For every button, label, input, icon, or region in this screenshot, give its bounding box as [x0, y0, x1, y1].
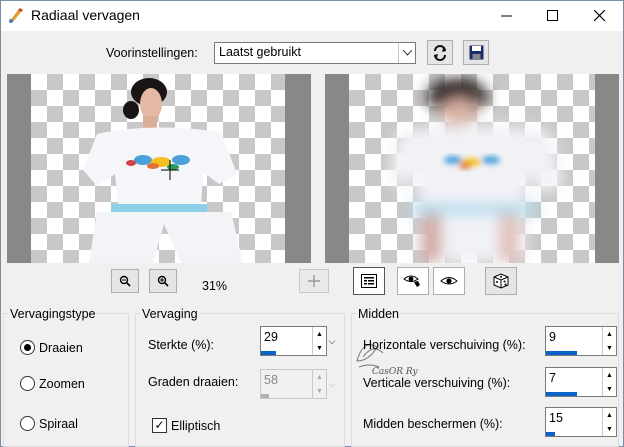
original-image: [83, 78, 243, 263]
protect-center-label: Midden beschermen (%):: [363, 417, 503, 431]
radio-spiraal[interactable]: [20, 416, 35, 431]
app-brush-icon: [9, 8, 23, 23]
v-offset-value: 7: [549, 371, 556, 385]
eye-hand-icon: [403, 275, 420, 287]
elliptic-checkbox[interactable]: ✓: [152, 418, 167, 433]
protect-center-value: 15: [549, 411, 563, 425]
elliptic-label: Elliptisch: [171, 419, 221, 433]
h-offset-spinbox[interactable]: 9 ▲ ▼: [545, 326, 617, 356]
radio-zoomen[interactable]: [20, 376, 35, 391]
radio-zoomen-label: Zoomen: [39, 377, 85, 391]
spin-down-icon[interactable]: ▼: [313, 384, 326, 398]
move-cross-icon: [308, 275, 320, 287]
reset-preset-button[interactable]: [427, 40, 453, 65]
radio-spiraal-label: Spiraal: [39, 417, 78, 431]
center-title: Midden: [356, 307, 401, 321]
toggle-preview-button[interactable]: [397, 267, 429, 295]
spin-up-icon[interactable]: ▲: [603, 327, 616, 341]
preview-on-image-button[interactable]: [353, 267, 385, 295]
auto-preview-button[interactable]: [433, 267, 465, 295]
spin-down-icon[interactable]: ▼: [603, 341, 616, 355]
save-preset-button[interactable]: [463, 40, 489, 65]
spin-down-icon[interactable]: ▼: [603, 382, 616, 396]
strength-label: Sterkte (%):: [148, 338, 214, 352]
result-image: [389, 78, 564, 263]
degrees-spinbox[interactable]: 58 ▲ ▼: [260, 369, 327, 399]
maximize-button[interactable]: [530, 1, 576, 31]
title-bar: Radiaal vervagen: [1, 1, 623, 31]
strength-spinbox[interactable]: 29 ▲ ▼: [260, 326, 327, 356]
presets-dropdown[interactable]: Laatst gebruikt: [214, 42, 416, 64]
strength-dropdown-icon[interactable]: ⌵: [326, 326, 338, 356]
list-preview-icon: [361, 274, 377, 288]
v-offset-spinbox[interactable]: 7 ▲ ▼: [545, 367, 617, 397]
protect-center-arrows: ▲ ▼: [602, 408, 616, 436]
presets-selected: Laatst gebruikt: [219, 45, 301, 59]
window-title: Radiaal vervagen: [31, 7, 140, 23]
spin-down-icon[interactable]: ▼: [603, 422, 616, 436]
spin-up-icon[interactable]: ▲: [603, 408, 616, 422]
h-offset-arrows: ▲ ▼: [602, 327, 616, 355]
dice-icon: [493, 273, 509, 289]
zoom-out-button[interactable]: [111, 269, 139, 293]
degrees-progress: [261, 394, 269, 398]
degrees-label: Graden draaien:: [148, 375, 239, 389]
strength-value: 29: [264, 330, 278, 344]
minimize-button[interactable]: [484, 1, 530, 31]
v-offset-label: Verticale verschuiving (%):: [363, 376, 511, 390]
h-offset-value: 9: [549, 330, 556, 344]
h-offset-progress: [546, 351, 577, 355]
strength-arrows: ▲ ▼: [312, 327, 326, 355]
maximize-icon: [547, 10, 558, 21]
degrees-value: 58: [264, 373, 278, 387]
strength-progress: [261, 351, 276, 355]
zoom-in-button[interactable]: [149, 269, 177, 293]
spin-down-icon[interactable]: ▼: [313, 341, 326, 355]
h-offset-label: Horizontale verschuiving (%):: [363, 338, 526, 352]
pan-button[interactable]: [299, 269, 329, 293]
radio-draaien[interactable]: [20, 340, 35, 355]
randomize-button[interactable]: [485, 267, 517, 295]
spin-up-icon[interactable]: ▲: [313, 327, 326, 341]
blur-title: Vervaging: [140, 307, 200, 321]
v-offset-arrows: ▲ ▼: [602, 368, 616, 396]
protect-center-progress: [546, 432, 555, 436]
spin-up-icon[interactable]: ▲: [313, 370, 326, 384]
radio-draaien-label: Draaien: [39, 341, 83, 355]
degrees-dropdown-icon[interactable]: ⌵: [326, 369, 338, 399]
v-offset-progress: [546, 392, 577, 396]
spin-up-icon[interactable]: ▲: [603, 368, 616, 382]
result-preview[interactable]: [325, 74, 619, 263]
protect-center-spinbox[interactable]: 15 ▲ ▼: [545, 407, 617, 437]
presets-label: Voorinstellingen:: [106, 46, 198, 60]
zoom-out-icon: [119, 275, 131, 287]
reset-arrows-icon: [434, 44, 446, 61]
eye-icon: [440, 277, 458, 285]
blur-type-title: Vervagingstype: [8, 307, 98, 321]
close-icon: [594, 10, 606, 22]
zoom-in-icon: [157, 275, 169, 287]
floppy-save-icon: [469, 45, 483, 60]
original-preview[interactable]: [7, 74, 311, 263]
minimize-icon: [501, 15, 512, 17]
zoom-level: 31%: [202, 279, 228, 293]
degrees-arrows: ▲ ▼: [312, 370, 326, 398]
chevron-down-icon: [398, 43, 415, 63]
dialog-window: Radiaal vervagen Voorinstellingen: Laats…: [0, 0, 624, 447]
close-button[interactable]: [577, 1, 623, 31]
